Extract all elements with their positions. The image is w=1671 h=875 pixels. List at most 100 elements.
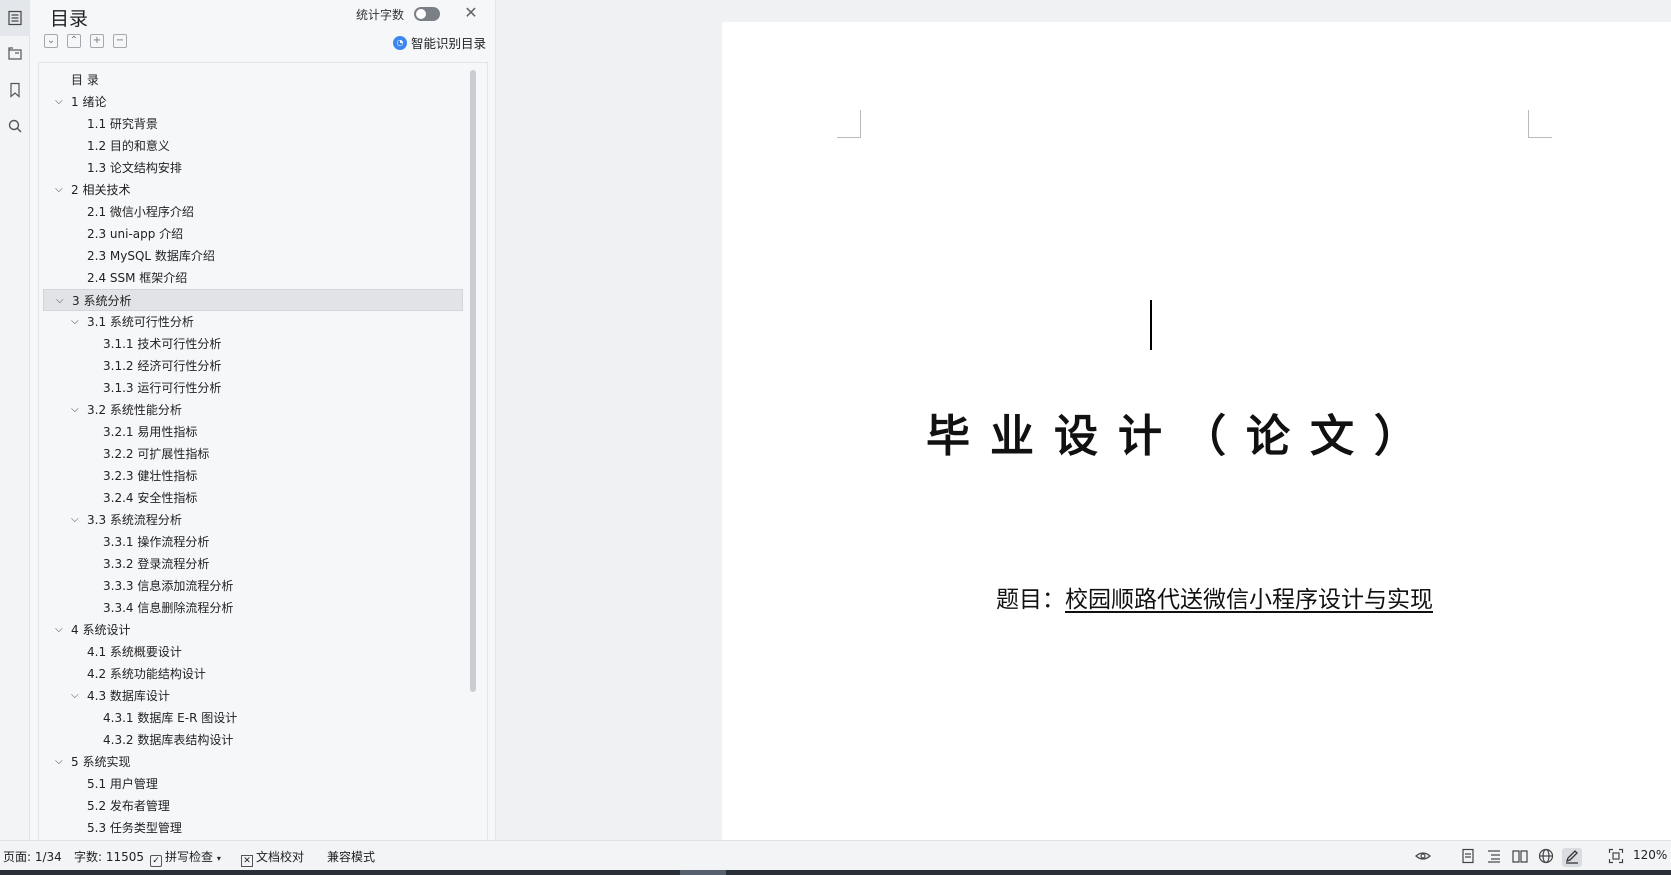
toc-item[interactable]: ⌵ 3 系统分析 bbox=[43, 289, 463, 311]
toc-item-label: 2.3 MySQL 数据库介绍 bbox=[87, 249, 215, 263]
toc-item[interactable]: ⌵ 1 绪论 bbox=[43, 91, 443, 113]
toc-item[interactable]: 2.1 微信小程序介绍 bbox=[43, 201, 443, 223]
left-icon-rail bbox=[0, 0, 30, 840]
navigation-pane-button[interactable] bbox=[0, 36, 30, 72]
toc-item[interactable]: 4.1 系统概要设计 bbox=[43, 641, 443, 663]
checkbox-icon: ✓ bbox=[150, 855, 162, 867]
chevron-down-icon[interactable]: ⌵ bbox=[71, 311, 79, 333]
chevron-down-icon[interactable]: ⌵ bbox=[56, 290, 64, 312]
chevron-down-icon[interactable]: ⌵ bbox=[71, 685, 79, 707]
toc-item[interactable]: 2.3 MySQL 数据库介绍 bbox=[43, 245, 443, 267]
chevron-down-icon[interactable]: ⌵ bbox=[55, 91, 63, 113]
bookmark-button[interactable] bbox=[0, 72, 30, 108]
toc-item[interactable]: ⌵ 5 系统实现 bbox=[43, 751, 443, 773]
toc-list: 目 录 ⌵ 1 绪论 1.1 研究背景 1.2 目的和意义 1.3 论文结构安排 ⌵ 2 相关… bbox=[38, 62, 488, 840]
folder-tree-icon bbox=[8, 47, 22, 60]
proof-icon: ✕ bbox=[241, 855, 253, 867]
toc-panel-title: 目录 bbox=[50, 8, 89, 30]
doc-proof-button[interactable]: ✕ 文档校对 bbox=[241, 848, 304, 867]
toc-item[interactable]: 3.3.3 信息添加流程分析 bbox=[43, 575, 443, 597]
toc-item-label: 3.2.4 安全性指标 bbox=[103, 491, 198, 505]
toc-item-label: 1.2 目的和意义 bbox=[87, 139, 170, 153]
toc-item[interactable]: ⌵ 3.1 系统可行性分析 bbox=[43, 311, 443, 333]
doc-proof-label: 文档校对 bbox=[256, 850, 305, 864]
remove-heading-icon[interactable]: − bbox=[113, 34, 127, 48]
search-button[interactable] bbox=[0, 108, 30, 144]
web-view-icon[interactable] bbox=[1538, 848, 1554, 867]
chevron-down-icon[interactable]: ⌵ bbox=[55, 619, 63, 641]
page-view-icon[interactable] bbox=[1460, 848, 1476, 867]
toc-item[interactable]: 2.4 SSM 框架介绍 bbox=[43, 267, 443, 289]
chevron-down-icon[interactable]: ⌵ bbox=[55, 179, 63, 201]
page-indicator[interactable]: 页面: 1/34 bbox=[3, 848, 62, 865]
spell-check-button[interactable]: ✓ 拼写检查 ▾ bbox=[150, 848, 221, 867]
bookmark-icon bbox=[10, 82, 20, 98]
toc-item[interactable]: 4.3.2 数据库表结构设计 bbox=[43, 729, 443, 751]
toc-item[interactable]: 4.3.1 数据库 E-R 图设计 bbox=[43, 707, 443, 729]
fit-page-icon[interactable] bbox=[1608, 848, 1624, 867]
word-count-toggle[interactable] bbox=[414, 7, 440, 21]
write-mode-icon[interactable] bbox=[1562, 848, 1582, 867]
text-caret bbox=[1150, 300, 1152, 350]
toc-item[interactable]: 3.1.3 运行可行性分析 bbox=[43, 377, 443, 399]
toc-panel-button[interactable] bbox=[0, 0, 30, 36]
toc-item[interactable]: ⌵ 4 系统设计 bbox=[43, 619, 443, 641]
zoom-level[interactable]: 120% bbox=[1633, 848, 1667, 862]
toc-item[interactable]: 2.3 uni-app 介绍 bbox=[43, 223, 443, 245]
toc-item[interactable]: 3.1.1 技术可行性分析 bbox=[43, 333, 443, 355]
toc-item-label: 5.1 用户管理 bbox=[87, 777, 158, 791]
toc-item[interactable]: ⌵ 3.3 系统流程分析 bbox=[43, 509, 443, 531]
toc-item[interactable]: 5.3 任务类型管理 bbox=[43, 817, 443, 839]
toc-item-label: 2.4 SSM 框架介绍 bbox=[87, 271, 188, 285]
document-title: 毕业设计（论文） bbox=[926, 411, 1438, 462]
toc-item-label: 目 录 bbox=[71, 73, 99, 87]
word-count[interactable]: 字数: 11505 bbox=[74, 848, 144, 865]
bottom-scroll-thumb[interactable] bbox=[680, 870, 726, 875]
toc-item[interactable]: 3.1.2 经济可行性分析 bbox=[43, 355, 443, 377]
reading-view-icon[interactable] bbox=[1512, 848, 1528, 867]
chevron-down-icon[interactable]: ⌵ bbox=[55, 751, 63, 773]
toc-item[interactable]: 目 录 bbox=[43, 69, 443, 91]
toc-item[interactable]: 3.3.1 操作流程分析 bbox=[43, 531, 443, 553]
toc-item[interactable]: 3.2.3 健壮性指标 bbox=[43, 465, 443, 487]
toc-item[interactable]: 1.1 研究背景 bbox=[43, 113, 443, 135]
toc-item[interactable]: 1.2 目的和意义 bbox=[43, 135, 443, 157]
toc-item-label: 1.1 研究背景 bbox=[87, 117, 158, 131]
document-page[interactable]: 毕业设计（论文） 题目：校园顺路代送微信小程序设计与实现 bbox=[722, 22, 1671, 840]
toc-panel: 目录 统计字数 ✕ ⌄ ⌃ + − ◔ 智能识别目录 目 录 ⌵ 1 绪论 1.1 研… bbox=[30, 0, 496, 840]
close-panel-button[interactable]: ✕ bbox=[462, 4, 480, 22]
toc-item-label: 4 系统设计 bbox=[71, 623, 131, 637]
toc-item[interactable]: ⌵ 4.3 数据库设计 bbox=[43, 685, 443, 707]
chevron-down-icon[interactable]: ⌵ bbox=[71, 399, 79, 421]
toc-item[interactable]: 3.3.2 登录流程分析 bbox=[43, 553, 443, 575]
toc-item-label: 4.3 数据库设计 bbox=[87, 689, 170, 703]
toc-item[interactable]: 3.2.2 可扩展性指标 bbox=[43, 443, 443, 465]
collapse-all-icon[interactable]: ⌃ bbox=[67, 34, 81, 48]
toc-item[interactable]: 5.1 用户管理 bbox=[43, 773, 443, 795]
toc-item[interactable]: 3.2.4 安全性指标 bbox=[43, 487, 443, 509]
smart-recognize-label: 智能识别目录 bbox=[411, 36, 487, 51]
toc-item-label: 3.1.2 经济可行性分析 bbox=[103, 359, 222, 373]
toc-item[interactable]: ⌵ 2 相关技术 bbox=[43, 179, 443, 201]
smart-recognize-toc-button[interactable]: ◔ 智能识别目录 bbox=[393, 33, 486, 52]
outline-view-icon[interactable] bbox=[1486, 848, 1502, 867]
toc-item-label: 2 相关技术 bbox=[71, 183, 131, 197]
toc-item[interactable]: 3.2.1 易用性指标 bbox=[43, 421, 443, 443]
toc-item[interactable]: 5.2 发布者管理 bbox=[43, 795, 443, 817]
toc-item-label: 5.3 任务类型管理 bbox=[87, 821, 182, 835]
expand-all-icon[interactable]: ⌄ bbox=[44, 34, 58, 48]
toc-item[interactable]: ⌵ 3.2 系统性能分析 bbox=[43, 399, 443, 421]
toc-item[interactable]: 4.2 系统功能结构设计 bbox=[43, 663, 443, 685]
eye-protection-icon[interactable] bbox=[1415, 848, 1431, 867]
search-icon bbox=[8, 119, 22, 133]
toc-item-label: 3.3 系统流程分析 bbox=[87, 513, 182, 527]
toc-item-label: 5.2 发布者管理 bbox=[87, 799, 170, 813]
add-heading-icon[interactable]: + bbox=[90, 34, 104, 48]
toc-scrollbar[interactable] bbox=[470, 70, 476, 692]
toc-item-label: 3.2 系统性能分析 bbox=[87, 403, 182, 417]
status-bar: 页面: 1/34 字数: 11505 ✓ 拼写检查 ▾ ✕ 文档校对 兼容模式 12… bbox=[0, 840, 1671, 870]
toc-item-label: 5 系统实现 bbox=[71, 755, 131, 769]
chevron-down-icon[interactable]: ⌵ bbox=[71, 509, 79, 531]
toc-item[interactable]: 3.3.4 信息删除流程分析 bbox=[43, 597, 443, 619]
toc-item[interactable]: 1.3 论文结构安排 bbox=[43, 157, 443, 179]
